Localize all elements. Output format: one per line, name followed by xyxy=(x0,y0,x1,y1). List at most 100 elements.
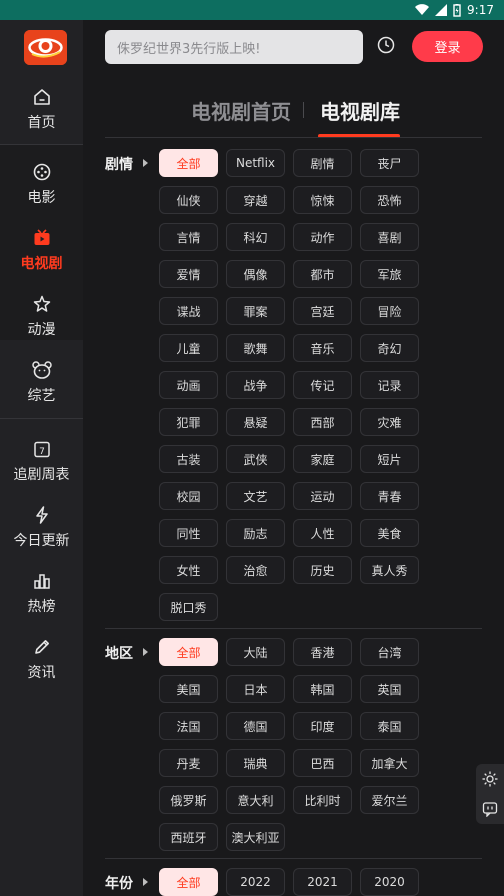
filter-chip[interactable]: 脱口秀 xyxy=(159,593,218,621)
filter-chip[interactable]: 意大利 xyxy=(226,786,285,814)
bar-chart-icon xyxy=(31,570,53,592)
filter-chip[interactable]: 都市 xyxy=(293,260,352,288)
filter-chip[interactable]: 武侠 xyxy=(226,445,285,473)
battery-icon xyxy=(453,3,461,17)
app-logo[interactable] xyxy=(24,30,67,65)
filter-chip[interactable]: 谍战 xyxy=(159,297,218,325)
filter-chip[interactable]: 运动 xyxy=(293,482,352,510)
filter-chip[interactable]: 校园 xyxy=(159,482,218,510)
sidebar-item-home[interactable]: 首页 xyxy=(0,86,83,132)
sidebar-item-variety[interactable]: 综艺 xyxy=(0,359,83,405)
expand-arrow-icon[interactable] xyxy=(143,648,148,656)
filter-chip[interactable]: 动作 xyxy=(293,223,352,251)
filter-chip[interactable]: 惊悚 xyxy=(293,186,352,214)
anime-star-icon xyxy=(31,293,53,315)
filter-chip[interactable]: Netflix xyxy=(226,149,285,177)
filter-chip[interactable]: 犯罪 xyxy=(159,408,218,436)
tab-tv-home[interactable]: 电视剧首页 xyxy=(191,96,291,125)
sidebar-item-today-updates[interactable]: 今日更新 xyxy=(0,504,83,550)
filter-chip[interactable]: 同性 xyxy=(159,519,218,547)
filter-chip[interactable]: 音乐 xyxy=(293,334,352,362)
filter-chip[interactable]: 韩国 xyxy=(293,675,352,703)
filter-chip[interactable]: 励志 xyxy=(226,519,285,547)
filter-chip[interactable]: 西部 xyxy=(293,408,352,436)
filter-chip[interactable]: 女性 xyxy=(159,556,218,584)
sidebar-item-anime[interactable]: 动漫 xyxy=(0,293,83,339)
sidebar-item-label: 追剧周表 xyxy=(13,467,70,483)
filter-chip[interactable]: 全部 xyxy=(159,149,218,177)
expand-arrow-icon[interactable] xyxy=(143,159,148,167)
tabs-divider xyxy=(105,137,482,138)
filter-chip[interactable]: 短片 xyxy=(360,445,419,473)
filter-chip[interactable]: 法国 xyxy=(159,712,218,740)
filter-chip[interactable]: 全部 xyxy=(159,868,218,896)
filter-chip[interactable]: 巴西 xyxy=(293,749,352,777)
expand-arrow-icon[interactable] xyxy=(143,878,148,886)
filter-chip[interactable]: 全部 xyxy=(159,638,218,666)
filter-chip[interactable]: 瑞典 xyxy=(226,749,285,777)
filter-chip[interactable]: 2021 xyxy=(293,868,352,896)
filter-chip[interactable]: 古装 xyxy=(159,445,218,473)
filter-chip[interactable]: 战争 xyxy=(226,371,285,399)
filter-chip[interactable]: 英国 xyxy=(360,675,419,703)
filter-chip[interactable]: 美国 xyxy=(159,675,218,703)
filter-chip[interactable]: 真人秀 xyxy=(360,556,419,584)
filter-chip[interactable]: 爱尔兰 xyxy=(360,786,419,814)
filter-chip[interactable]: 家庭 xyxy=(293,445,352,473)
tab-tv-library[interactable]: 电视剧库 xyxy=(320,96,400,125)
filter-chip[interactable]: 军旅 xyxy=(360,260,419,288)
sidebar-item-movie[interactable]: 电影 xyxy=(0,161,83,207)
filter-chip[interactable]: 记录 xyxy=(360,371,419,399)
filter-chip[interactable]: 澳大利亚 xyxy=(226,823,285,851)
filter-chip[interactable]: 2020 xyxy=(360,868,419,896)
sidebar-item-news[interactable]: 资讯 xyxy=(0,636,83,682)
search-input[interactable]: 侏罗纪世界3先行版上映! xyxy=(105,30,363,64)
filter-chip[interactable]: 丧尸 xyxy=(360,149,419,177)
filter-chip[interactable]: 泰国 xyxy=(360,712,419,740)
filter-chip[interactable]: 宫廷 xyxy=(293,297,352,325)
filter-chip[interactable]: 剧情 xyxy=(293,149,352,177)
filter-chip[interactable]: 爱情 xyxy=(159,260,218,288)
filter-chip[interactable]: 言情 xyxy=(159,223,218,251)
filter-chip[interactable]: 罪案 xyxy=(226,297,285,325)
filter-chip[interactable]: 大陆 xyxy=(226,638,285,666)
feedback-icon[interactable] xyxy=(482,801,498,817)
sidebar-item-hot-list[interactable]: 热榜 xyxy=(0,570,83,616)
filter-chip[interactable]: 2022 xyxy=(226,868,285,896)
sidebar-item-tv[interactable]: 电视剧 xyxy=(0,227,83,273)
filter-chip[interactable]: 偶像 xyxy=(226,260,285,288)
login-button[interactable]: 登录 xyxy=(412,31,483,62)
filter-chip[interactable]: 穿越 xyxy=(226,186,285,214)
filter-chip[interactable]: 奇幻 xyxy=(360,334,419,362)
filter-chip[interactable]: 西班牙 xyxy=(159,823,218,851)
filter-chip[interactable]: 儿童 xyxy=(159,334,218,362)
filter-chip[interactable]: 科幻 xyxy=(226,223,285,251)
filter-chip[interactable]: 歌舞 xyxy=(226,334,285,362)
filter-chip[interactable]: 加拿大 xyxy=(360,749,419,777)
filter-chip[interactable]: 人性 xyxy=(293,519,352,547)
sidebar-item-schedule[interactable]: 7 追剧周表 xyxy=(0,438,83,484)
filter-chip[interactable]: 灾难 xyxy=(360,408,419,436)
filter-chip[interactable]: 香港 xyxy=(293,638,352,666)
filter-chip[interactable]: 台湾 xyxy=(360,638,419,666)
filter-chip[interactable]: 冒险 xyxy=(360,297,419,325)
filter-chip[interactable]: 仙侠 xyxy=(159,186,218,214)
history-icon[interactable] xyxy=(377,36,395,54)
filter-chip[interactable]: 恐怖 xyxy=(360,186,419,214)
filter-chip[interactable]: 治愈 xyxy=(226,556,285,584)
filter-chip[interactable]: 文艺 xyxy=(226,482,285,510)
filter-chip[interactable]: 德国 xyxy=(226,712,285,740)
filter-chip[interactable]: 俄罗斯 xyxy=(159,786,218,814)
brightness-icon[interactable] xyxy=(482,771,498,787)
filter-chip[interactable]: 传记 xyxy=(293,371,352,399)
filter-chip[interactable]: 历史 xyxy=(293,556,352,584)
filter-chip[interactable]: 美食 xyxy=(360,519,419,547)
filter-chip[interactable]: 悬疑 xyxy=(226,408,285,436)
filter-chip[interactable]: 喜剧 xyxy=(360,223,419,251)
filter-chip[interactable]: 丹麦 xyxy=(159,749,218,777)
filter-chip[interactable]: 印度 xyxy=(293,712,352,740)
filter-chip[interactable]: 日本 xyxy=(226,675,285,703)
filter-chip[interactable]: 比利时 xyxy=(293,786,352,814)
filter-chip[interactable]: 动画 xyxy=(159,371,218,399)
filter-chip[interactable]: 青春 xyxy=(360,482,419,510)
